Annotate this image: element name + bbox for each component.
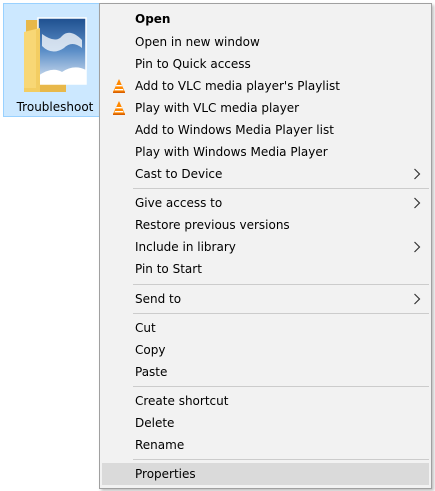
menu-separator xyxy=(133,459,429,460)
menu-separator xyxy=(133,386,429,387)
context-menu: Open Open in new window Pin to Quick acc… xyxy=(99,3,432,489)
menu-item-paste[interactable]: Paste xyxy=(102,361,429,383)
menu-item-create-shortcut[interactable]: Create shortcut xyxy=(102,390,429,412)
menu-item-label: Open xyxy=(135,12,171,26)
menu-item-label: Restore previous versions xyxy=(135,218,290,232)
menu-item-copy[interactable]: Copy xyxy=(102,339,429,361)
menu-item-rename[interactable]: Rename xyxy=(102,434,429,456)
menu-item-label: Open in new window xyxy=(135,35,260,49)
menu-item-label: Play with Windows Media Player xyxy=(135,145,328,159)
menu-item-send-to[interactable]: Send to xyxy=(102,288,429,310)
vlc-icon xyxy=(113,79,125,93)
chevron-right-icon xyxy=(414,168,421,180)
menu-item-label: Delete xyxy=(135,416,175,430)
menu-item-label: Pin to Start xyxy=(135,262,202,276)
menu-item-label: Paste xyxy=(135,365,168,379)
menu-separator xyxy=(133,313,429,314)
menu-item-open-new-window[interactable]: Open in new window xyxy=(102,31,429,53)
menu-item-label: Cut xyxy=(135,321,156,335)
vlc-icon xyxy=(113,101,125,115)
menu-item-pin-to-start[interactable]: Pin to Start xyxy=(102,258,429,280)
menu-item-label: Properties xyxy=(135,467,196,481)
menu-item-open[interactable]: Open xyxy=(102,8,429,30)
folder-troubleshoot[interactable]: Troubleshoot xyxy=(3,3,107,117)
menu-item-label: Include in library xyxy=(135,240,236,254)
menu-separator xyxy=(133,188,429,189)
menu-item-include-library[interactable]: Include in library xyxy=(102,236,429,258)
menu-item-label: Give access to xyxy=(135,196,223,210)
folder-label: Troubleshoot xyxy=(16,100,94,114)
menu-item-cut[interactable]: Cut xyxy=(102,317,429,339)
menu-item-give-access[interactable]: Give access to xyxy=(102,192,429,214)
menu-item-pin-quick-access[interactable]: Pin to Quick access xyxy=(102,53,429,75)
chevron-right-icon xyxy=(414,293,421,305)
menu-item-restore-versions[interactable]: Restore previous versions xyxy=(102,214,429,236)
menu-item-wmp-add[interactable]: Add to Windows Media Player list xyxy=(102,119,429,141)
folder-image-icon xyxy=(24,17,87,92)
menu-item-label: Rename xyxy=(135,438,185,452)
desktop-area: Troubleshoot Open Open in new window Pin… xyxy=(0,0,435,491)
menu-item-label: Play with VLC media player xyxy=(135,101,300,115)
menu-item-cast-to-device[interactable]: Cast to Device xyxy=(102,163,429,185)
menu-item-label: Pin to Quick access xyxy=(135,57,251,71)
menu-item-delete[interactable]: Delete xyxy=(102,412,429,434)
menu-item-wmp-play[interactable]: Play with Windows Media Player xyxy=(102,141,429,163)
menu-item-label: Send to xyxy=(135,292,182,306)
menu-item-label: Add to VLC media player's Playlist xyxy=(135,79,340,93)
menu-item-vlc-play[interactable]: Play with VLC media player xyxy=(102,97,429,119)
menu-item-properties[interactable]: Properties xyxy=(102,463,429,485)
menu-item-label: Create shortcut xyxy=(135,394,229,408)
menu-separator xyxy=(133,284,429,285)
menu-item-vlc-playlist[interactable]: Add to VLC media player's Playlist xyxy=(102,75,429,97)
chevron-right-icon xyxy=(414,197,421,209)
menu-item-label: Copy xyxy=(135,343,166,357)
menu-item-label: Cast to Device xyxy=(135,167,223,181)
menu-item-label: Add to Windows Media Player list xyxy=(135,123,334,137)
chevron-right-icon xyxy=(414,241,421,253)
